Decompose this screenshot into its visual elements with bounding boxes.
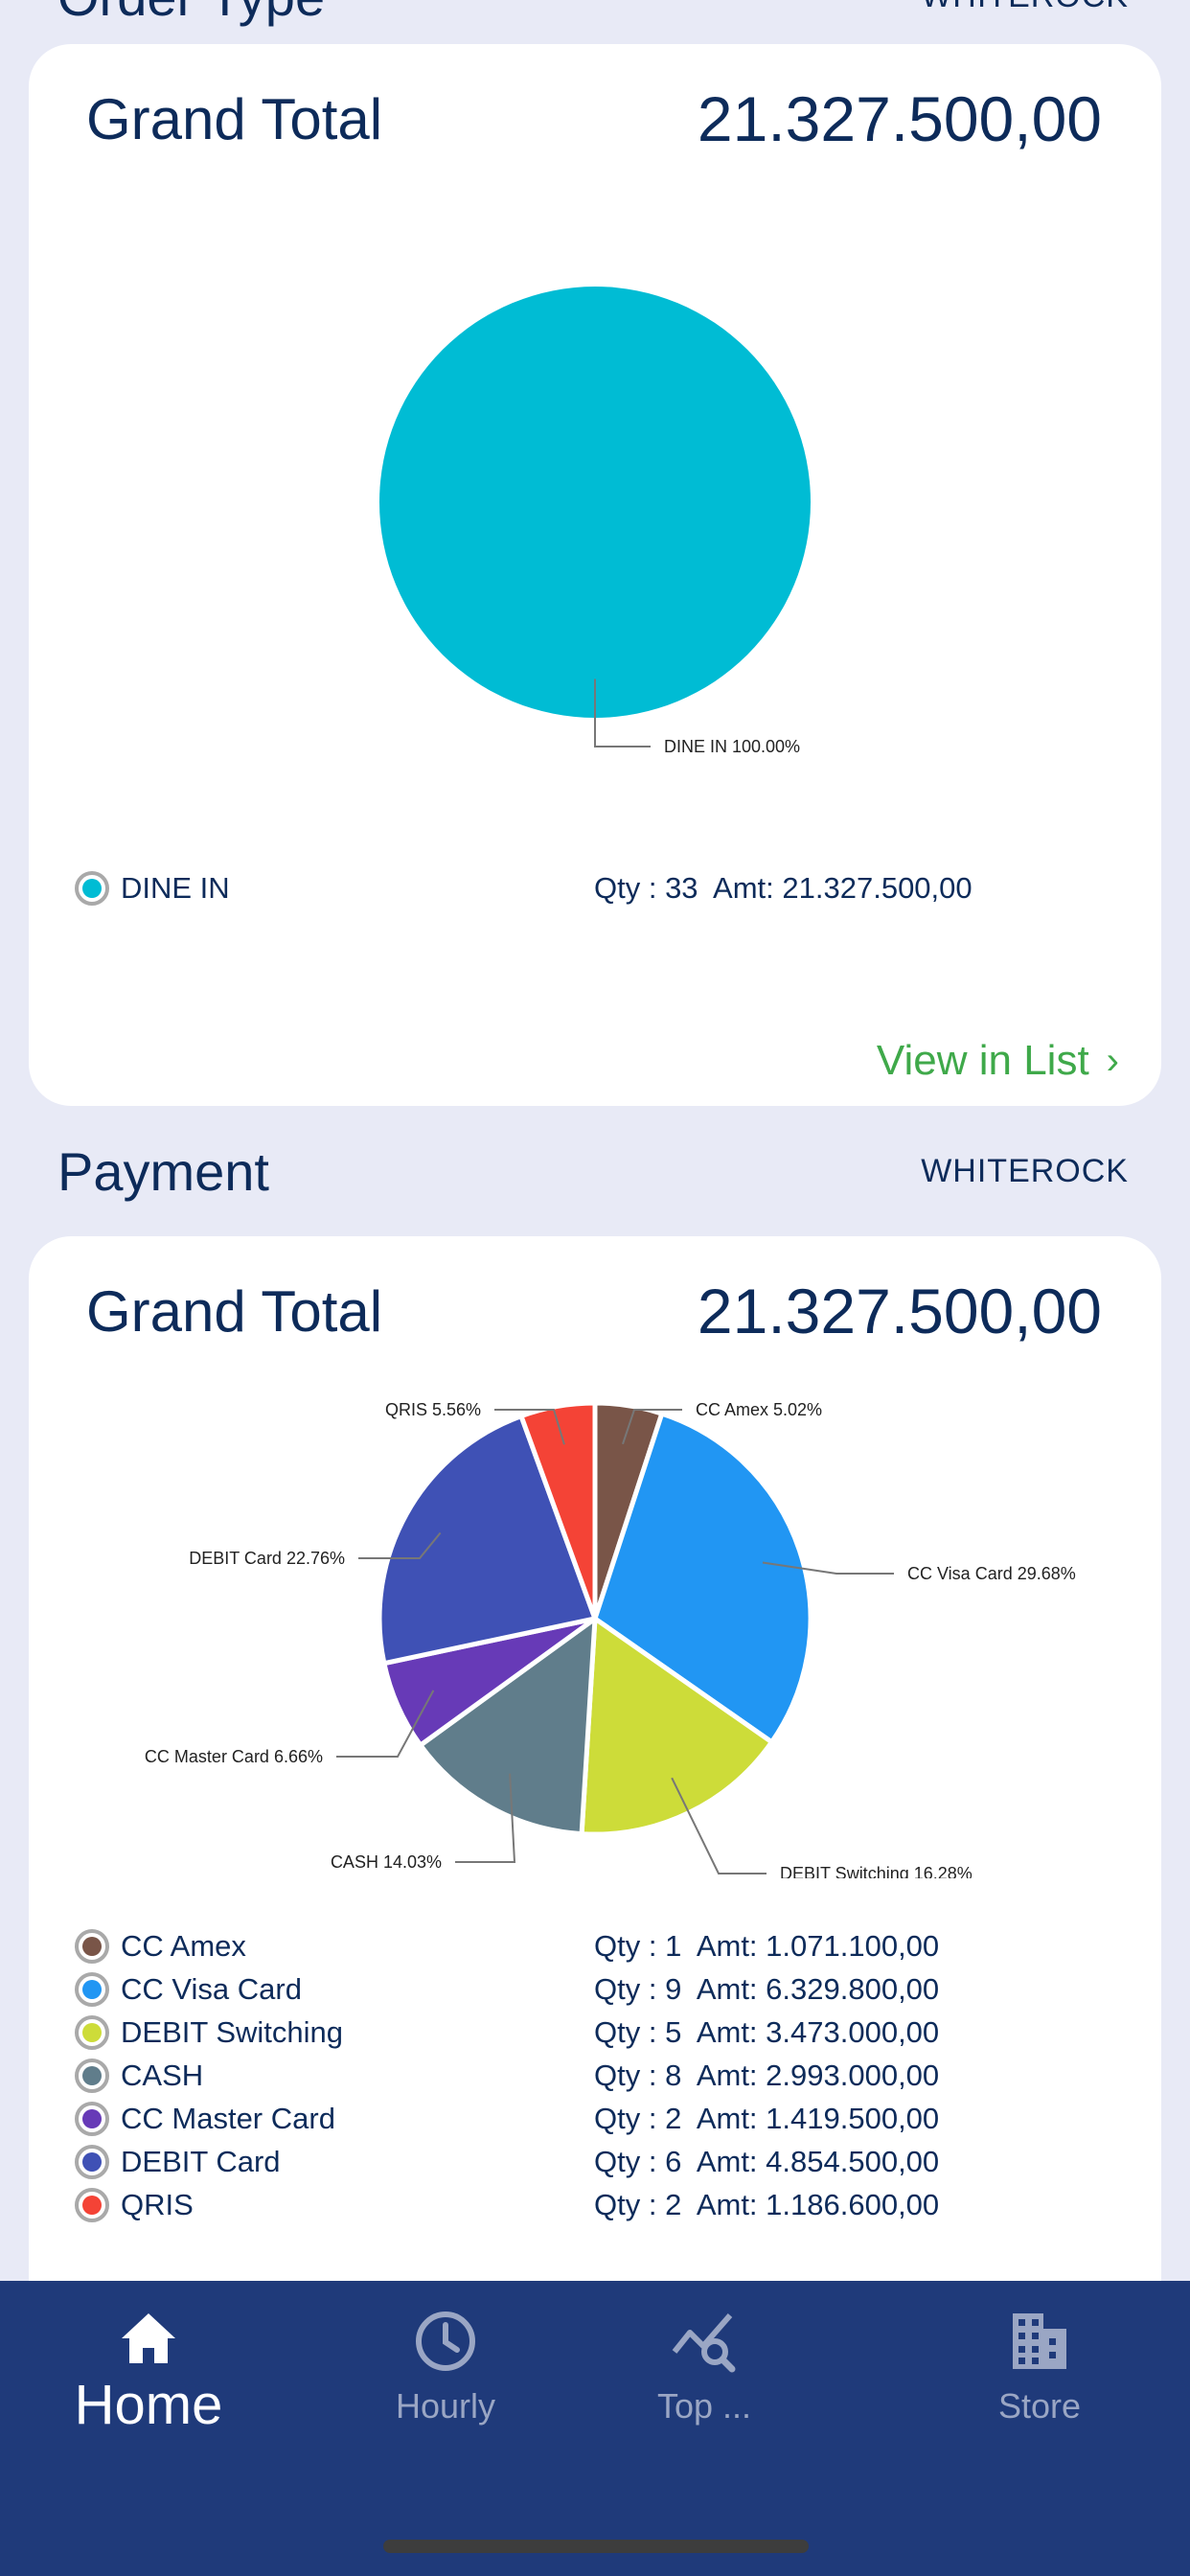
payment-legend: CC Amex Qty : 1 Amt: 1.071.100,00 CC Visa …	[75, 1924, 1123, 2226]
pie-label: DEBIT Switching 16.28%	[780, 1864, 973, 1878]
legend-qty-amt: Qty : 5 Amt: 3.473.000,00	[594, 2014, 940, 2049]
payment-store: WHITEROCK	[921, 1153, 1129, 1189]
nav-top-label: Top ...	[656, 2386, 752, 2426]
building-icon	[1013, 2313, 1066, 2369]
legend-name: DEBIT Switching	[121, 2014, 344, 2049]
legend-item: DEBIT Switching Qty : 5 Amt: 3.473.000,00	[75, 2011, 1123, 2054]
order-type-grand-total: Grand Total 21.327.500,00	[86, 82, 1102, 155]
order-type-pie-chart: DINE IN 100.00%	[379, 287, 811, 756]
chart-search-icon	[672, 2313, 736, 2373]
payment-title: Payment	[57, 1141, 269, 1202]
payment-grand-total: Grand Total 21.327.500,00	[86, 1275, 1102, 1347]
legend-qty-amt: Qty : 8 Amt: 2.993.000,00	[594, 2058, 940, 2092]
payment-card: Grand Total 21.327.500,00 CC Amex 5.02% C…	[29, 1236, 1161, 2348]
legend-color-dot	[75, 1928, 109, 1964]
legend-name: DINE IN	[121, 871, 230, 905]
legend-item: CC Visa Card Qty : 9 Amt: 6.329.800,00	[75, 1967, 1123, 2011]
legend-qty-amt: Qty : 33 Amt: 21.327.500,00	[594, 871, 973, 905]
grand-total-value: 21.327.500,00	[697, 83, 1102, 154]
legend-name: CC Amex	[121, 1928, 246, 1963]
order-type-store: WHITEROCK	[921, 0, 1129, 15]
pie-label: QRIS 5.56%	[385, 1400, 481, 1419]
nav-home[interactable]: Home	[67, 2310, 230, 2437]
legend-color-dot	[75, 871, 109, 906]
legend-qty-amt: Qty : 1 Amt: 1.071.100,00	[594, 1928, 940, 1963]
legend-color-dot	[75, 1971, 109, 2007]
legend-item: CC Master Card Qty : 2 Amt: 1.419.500,00	[75, 2097, 1123, 2140]
legend-item: DEBIT Card Qty : 6 Amt: 4.854.500,00	[75, 2140, 1123, 2183]
nav-store[interactable]: Store	[968, 2310, 1111, 2426]
grand-total-value: 21.327.500,00	[697, 1276, 1102, 1346]
legend-item: CASH Qty : 8 Amt: 2.993.000,00	[75, 2054, 1123, 2097]
grand-total-label: Grand Total	[86, 86, 383, 151]
chevron-right-icon: ›	[1106, 1039, 1119, 1082]
order-type-title: Order Type	[57, 0, 325, 28]
pie-label: DINE IN 100.00%	[664, 737, 800, 756]
order-type-card: Grand Total 21.327.500,00 DINE IN 100.00…	[29, 44, 1161, 1106]
order-type-header: Order Type WHITEROCK	[57, 0, 1129, 28]
legend-color-dot	[75, 2144, 109, 2179]
view-in-list-button[interactable]: View in List ›	[877, 1037, 1119, 1085]
home-indicator	[383, 2540, 809, 2553]
nav-home-label: Home	[74, 2374, 223, 2436]
legend-item: CC Amex Qty : 1 Amt: 1.071.100,00	[75, 1924, 1123, 1967]
nav-hourly[interactable]: Hourly	[374, 2310, 517, 2426]
legend-qty-amt: Qty : 6 Amt: 4.854.500,00	[594, 2144, 940, 2178]
legend-name: CC Master Card	[121, 2101, 335, 2135]
legend-item: DINE IN Qty : 33 Amt: 21.327.500,00	[75, 866, 1123, 910]
pie-label: CASH 14.03%	[331, 1852, 442, 1872]
view-in-list-label: View in List	[876, 1037, 1089, 1084]
legend-color-dot	[75, 2058, 109, 2093]
nav-store-label: Store	[997, 2386, 1082, 2426]
legend-name: QRIS	[121, 2187, 194, 2221]
legend-color-dot	[75, 2187, 109, 2222]
legend-qty-amt: Qty : 9 Amt: 6.329.800,00	[594, 1971, 940, 2006]
pie-label: CC Amex 5.02%	[696, 1400, 822, 1419]
legend-color-dot	[75, 2014, 109, 2050]
legend-name: DEBIT Card	[121, 2144, 281, 2178]
legend-color-dot	[75, 2101, 109, 2136]
payment-pie-chart: CC Amex 5.02% CC Visa Card 29.68% DEBIT Sw…	[145, 1400, 1076, 1878]
pie-label: CC Master Card 6.66%	[145, 1747, 323, 1766]
legend-name: CASH	[121, 2058, 204, 2092]
pie-label: DEBIT Card 22.76%	[189, 1549, 345, 1568]
payment-header: Payment WHITEROCK	[57, 1140, 1129, 1203]
order-type-legend: DINE IN Qty : 33 Amt: 21.327.500,00	[75, 866, 1123, 910]
bottom-navigation: Home Hourly Top ... Store	[0, 2281, 1190, 2576]
pie-label: CC Visa Card 29.68%	[907, 1564, 1076, 1583]
legend-qty-amt: Qty : 2 Amt: 1.186.600,00	[594, 2187, 940, 2221]
nav-top[interactable]: Top ...	[632, 2310, 776, 2426]
clock-icon	[416, 2312, 475, 2371]
legend-name: CC Visa Card	[121, 1971, 302, 2006]
legend-item: QRIS Qty : 2 Amt: 1.186.600,00	[75, 2183, 1123, 2226]
legend-qty-amt: Qty : 2 Amt: 1.419.500,00	[594, 2101, 940, 2135]
grand-total-label: Grand Total	[86, 1278, 383, 1344]
dashboard-page: Order Type WHITEROCK Grand Total 21.327.…	[0, 0, 1190, 2576]
pie-slice	[379, 287, 811, 718]
nav-hourly-label: Hourly	[395, 2386, 496, 2426]
home-icon	[122, 2313, 175, 2363]
